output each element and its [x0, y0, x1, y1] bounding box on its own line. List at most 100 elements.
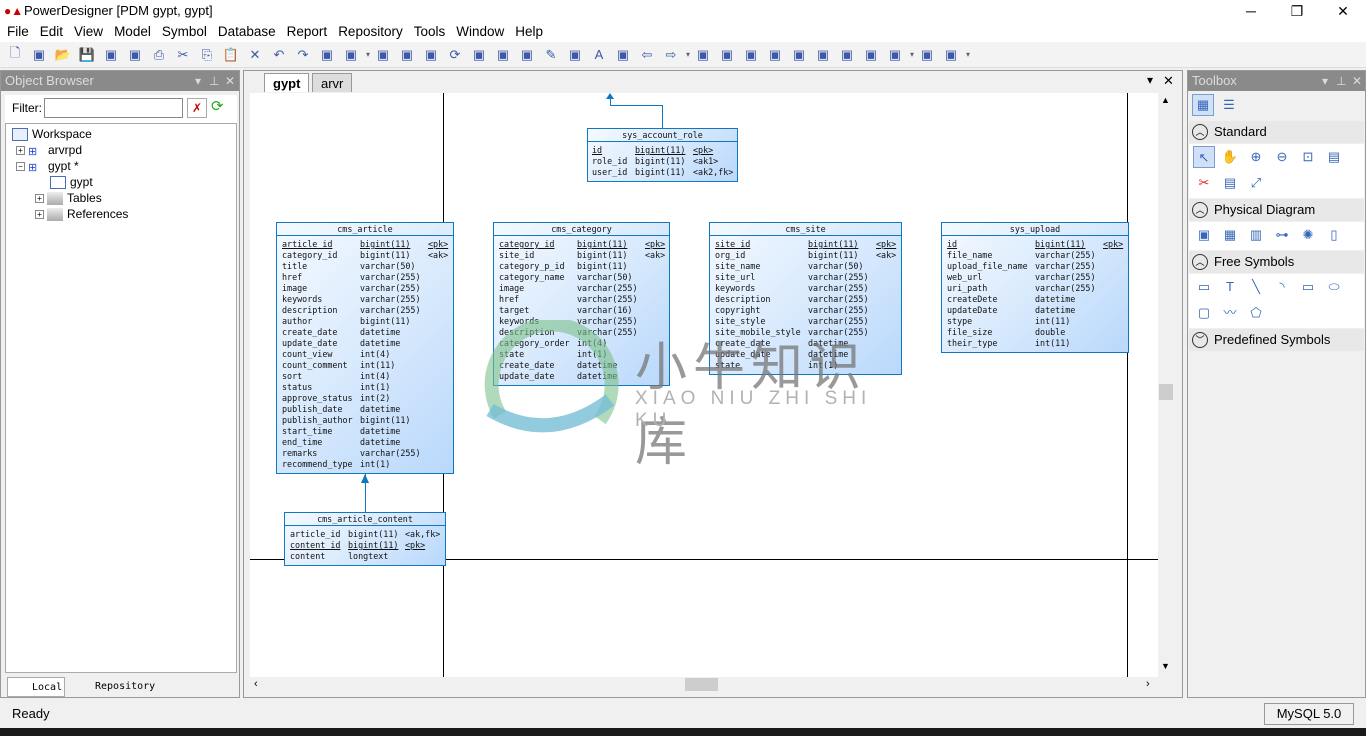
column-row[interactable]: end_time datetime — [277, 437, 453, 448]
menu-help[interactable]: Help — [511, 22, 547, 42]
arc-icon[interactable]: ◝ — [1271, 276, 1293, 298]
column-row[interactable]: create_date datetime — [494, 360, 669, 371]
pin-icon[interactable]: ⊥ — [209, 71, 219, 91]
close-button[interactable]: ✕ — [1320, 0, 1366, 22]
zoom-out-icon[interactable]: ⊖ — [1271, 146, 1293, 168]
column-row[interactable]: description varchar(255) — [710, 294, 901, 305]
scroll-down-icon[interactable]: ▼ — [1161, 661, 1170, 671]
refresh-icon[interactable]: ⟳ — [444, 44, 466, 66]
column-row[interactable]: recommend_type int(1) — [277, 459, 453, 470]
column-row[interactable]: category_id bigint(11) <ak> — [277, 250, 453, 261]
pen-icon[interactable]: ✎ — [540, 44, 562, 66]
chevron-up-icon[interactable]: ︿ — [1192, 254, 1208, 270]
column-row[interactable]: keywords varchar(255) — [710, 283, 901, 294]
collapse-icon[interactable]: − — [16, 162, 25, 172]
rounded-rect-icon[interactable]: ▢ — [1193, 302, 1215, 324]
column-row[interactable]: state int(1) — [710, 360, 901, 371]
zoom-select-icon[interactable]: ▣ — [836, 44, 858, 66]
toolbar-overflow-icon[interactable]: ▾ — [364, 50, 372, 59]
tree-item-gypt-diagram[interactable]: gypt — [50, 174, 93, 190]
column-row[interactable]: content_id bigint(11) <pk> — [285, 540, 445, 551]
vertical-scrollbar[interactable]: ▲ ▼ — [1158, 93, 1174, 677]
toolbar-overflow-icon[interactable]: ▾ — [684, 50, 692, 59]
scroll-right-icon[interactable]: › — [1146, 678, 1150, 690]
text-icon[interactable]: T — [1219, 276, 1241, 298]
column-row[interactable]: update_date datetime — [277, 338, 453, 349]
table-cms-article-content[interactable]: cms_article_content article_id bigint(11) <… — [284, 512, 446, 566]
expand-icon[interactable]: + — [16, 146, 25, 156]
column-row[interactable]: site_mobile_style varchar(255) — [710, 327, 901, 338]
chevron-down-icon[interactable]: ﹀ — [1192, 332, 1208, 348]
title-icon[interactable]: ▭ — [1193, 276, 1215, 298]
column-row[interactable]: count_comment int(11) — [277, 360, 453, 371]
print-icon[interactable]: ⎙ — [148, 44, 170, 66]
diagram2-icon[interactable]: ▣ — [716, 44, 738, 66]
toolbox-section-free-symbols[interactable]: ︿ Free Symbols — [1189, 251, 1364, 273]
file-icon[interactable]: ▯ — [1323, 224, 1345, 246]
column-row[interactable]: update_date datetime — [494, 371, 669, 382]
cut-icon[interactable]: ✂ — [1193, 172, 1215, 194]
expand-icon[interactable]: + — [35, 210, 44, 220]
back-icon[interactable]: ⇦ — [636, 44, 658, 66]
diagram6-icon[interactable]: ▣ — [812, 44, 834, 66]
menu-edit[interactable]: Edit — [36, 22, 67, 42]
properties-icon[interactable]: ▤ — [1323, 146, 1345, 168]
menu-window[interactable]: Window — [452, 22, 508, 42]
properties-icon[interactable]: ▣ — [316, 44, 338, 66]
close-diagram-icon[interactable]: ✕ — [1163, 73, 1174, 89]
view-icon[interactable]: ▥ — [1245, 224, 1267, 246]
print2-icon[interactable]: ▣ — [940, 44, 962, 66]
column-row[interactable]: copyright varchar(255) — [710, 305, 901, 316]
column-row[interactable]: article_id bigint(11) <ak,fk> — [285, 529, 445, 540]
column-row[interactable]: keywords varchar(255) — [494, 316, 669, 327]
column-row[interactable]: create_date datetime — [710, 338, 901, 349]
delete-icon[interactable]: ✕ — [244, 44, 266, 66]
minimize-button[interactable]: ─ — [1228, 0, 1274, 22]
note-icon[interactable]: ▤ — [1219, 172, 1241, 194]
reference-line[interactable] — [662, 105, 663, 128]
table-icon[interactable]: ▦ — [1219, 224, 1241, 246]
menu-database[interactable]: Database — [214, 22, 280, 42]
tree-item-references[interactable]: + References — [35, 206, 128, 222]
reference-line[interactable] — [610, 105, 663, 106]
column-row[interactable]: org_id bigint(11) <ak> — [710, 250, 901, 261]
column-row[interactable]: site_url varchar(255) — [710, 272, 901, 283]
column-row[interactable]: keywords varchar(255) — [277, 294, 453, 305]
polyline-icon[interactable]: 〰 — [1219, 302, 1241, 324]
redo-icon[interactable]: ↷ — [292, 44, 314, 66]
fill-icon[interactable]: ▣ — [564, 44, 586, 66]
column-row[interactable]: their_type int(11) — [942, 338, 1128, 349]
column-row[interactable]: upload_file_name varchar(255) — [942, 261, 1128, 272]
align-icon[interactable]: ▣ — [612, 44, 634, 66]
refresh-icon[interactable]: ⟳ — [211, 97, 224, 115]
browse-icon[interactable]: ▣ — [420, 44, 442, 66]
column-row[interactable]: id bigint(11) <pk> — [942, 239, 1128, 250]
pin-icon[interactable]: ⊥ — [1336, 71, 1346, 91]
column-row[interactable]: category_order int(4) — [494, 338, 669, 349]
column-row[interactable]: count_view int(4) — [277, 349, 453, 360]
column-row[interactable]: category_name varchar(50) — [494, 272, 669, 283]
column-row[interactable]: uri_path varchar(255) — [942, 283, 1128, 294]
copy-icon[interactable]: ⎘ — [196, 44, 218, 66]
toolbar-overflow-icon[interactable]: ▾ — [964, 50, 972, 59]
column-row[interactable]: updateDate datetime — [942, 305, 1128, 316]
column-row[interactable]: sort int(4) — [277, 371, 453, 382]
column-row[interactable]: start_time datetime — [277, 426, 453, 437]
tree-item-workspace[interactable]: Workspace — [12, 126, 92, 142]
menu-tools[interactable]: Tools — [410, 22, 450, 42]
column-row[interactable]: file_name varchar(255) — [942, 250, 1128, 261]
column-row[interactable]: target varchar(16) — [494, 305, 669, 316]
preview-icon[interactable]: ▣ — [916, 44, 938, 66]
tree-item-arvrpd[interactable]: + ⊞ arvrpd — [16, 142, 82, 158]
model-icon[interactable]: ▣ — [372, 44, 394, 66]
paste-icon[interactable]: 📋 — [220, 44, 242, 66]
toolbox-section-standard[interactable]: ︿ Standard — [1189, 121, 1364, 143]
toolbox-section-predefined-symbols[interactable]: ﹀ Predefined Symbols — [1189, 329, 1364, 351]
column-row[interactable]: image varchar(255) — [277, 283, 453, 294]
column-row[interactable]: id bigint(11) <pk> — [588, 145, 737, 156]
check-model-icon[interactable]: ▣ — [340, 44, 362, 66]
column-row[interactable]: href varchar(255) — [494, 294, 669, 305]
column-row[interactable]: category_id bigint(11) <pk> — [494, 239, 669, 250]
link-icon[interactable]: ⤢ — [1245, 172, 1267, 194]
menu-repository[interactable]: Repository — [334, 22, 407, 42]
